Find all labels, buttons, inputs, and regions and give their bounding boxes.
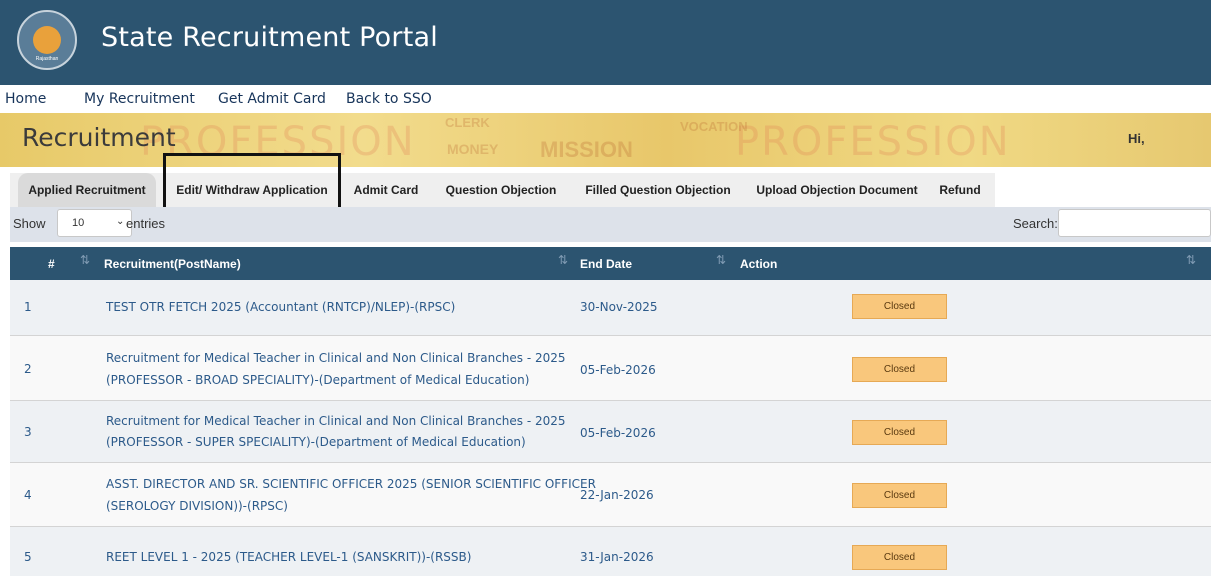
nav-home[interactable]: Home	[5, 91, 46, 107]
nav-get-admit-card[interactable]: Get Admit Card	[218, 91, 326, 107]
portal-header: Rajasthan State Recruitment Portal	[0, 0, 1211, 85]
closed-button[interactable]: Closed	[852, 294, 947, 319]
row-number: 3	[24, 425, 32, 439]
recruitment-name[interactable]: Recruitment for Medical Teacher in Clini…	[106, 348, 566, 369]
closed-button[interactable]: Closed	[852, 357, 947, 382]
sort-icon[interactable]: ⇅	[1186, 253, 1196, 267]
end-date: 05-Feb-2026	[580, 363, 656, 377]
banner-watermark: VOCATION	[680, 119, 748, 134]
search-label: Search:	[1013, 216, 1058, 231]
show-label: Show	[13, 216, 46, 231]
column-header-recruitment[interactable]: Recruitment(PostName)	[104, 257, 241, 271]
recruitment-name[interactable]: TEST OTR FETCH 2025 (Accountant (RNTCP)/…	[106, 297, 455, 318]
chevron-down-icon: ⌄	[116, 216, 125, 227]
recruitment-name-line2[interactable]: (PROFESSOR - BROAD SPECIALITY)-(Departme…	[106, 370, 529, 391]
banner-watermark: CLERK	[445, 115, 490, 130]
sort-icon[interactable]: ⇅	[80, 253, 90, 267]
page-title: Recruitment	[22, 123, 176, 152]
sort-icon[interactable]: ⇅	[558, 253, 568, 267]
end-date: 05-Feb-2026	[580, 426, 656, 440]
end-date: 22-Jan-2026	[580, 488, 654, 502]
sort-icon[interactable]: ⇅	[716, 253, 726, 267]
row-number: 5	[24, 550, 32, 564]
state-emblem-logo: Rajasthan	[17, 10, 77, 70]
column-header-number[interactable]: #	[48, 257, 55, 271]
nav-back-to-sso[interactable]: Back to SSO	[346, 91, 432, 107]
tab-filled-question-objection[interactable]: Filled Question Objection	[578, 173, 738, 207]
row-number: 2	[24, 362, 32, 376]
search-input[interactable]	[1058, 209, 1211, 237]
banner-watermark: MONEY	[447, 141, 499, 157]
logo-caption: Rajasthan	[35, 56, 59, 62]
top-nav: Home My Recruitment Get Admit Card Back …	[0, 85, 1211, 113]
tab-admit-card[interactable]: Admit Card	[346, 173, 426, 207]
recruitment-name[interactable]: Recruitment for Medical Teacher in Clini…	[106, 411, 566, 432]
recruitment-name-line2[interactable]: (SEROLOGY DIVISION))-(RPSC)	[106, 496, 288, 517]
banner-watermark: PROFESSION	[735, 119, 1011, 165]
banner-watermark: MISSION	[540, 137, 633, 162]
end-date: 30-Nov-2025	[580, 300, 658, 314]
tab-upload-objection-document[interactable]: Upload Objection Document	[748, 173, 926, 207]
end-date: 31-Jan-2026	[580, 550, 654, 564]
tab-refund[interactable]: Refund	[932, 173, 988, 207]
recruitment-name-line2[interactable]: (PROFESSOR - SUPER SPECIALITY)-(Departme…	[106, 432, 526, 453]
closed-button[interactable]: Closed	[852, 483, 947, 508]
tab-applied-recruitment[interactable]: Applied Recruitment	[18, 173, 156, 207]
row-number: 1	[24, 300, 32, 314]
recruitment-name[interactable]: ASST. DIRECTOR AND SR. SCIENTIFIC OFFICE…	[106, 474, 596, 495]
row-number: 4	[24, 488, 32, 502]
closed-button[interactable]: Closed	[852, 545, 947, 570]
column-header-action[interactable]: Action	[740, 257, 777, 271]
entries-label: entries	[126, 216, 166, 231]
map-icon	[33, 26, 61, 54]
portal-title: State Recruitment Portal	[101, 22, 438, 53]
tab-question-objection[interactable]: Question Objection	[438, 173, 564, 207]
column-header-end-date[interactable]: End Date	[580, 257, 632, 271]
nav-my-recruitment[interactable]: My Recruitment	[84, 91, 195, 107]
recruitment-name[interactable]: REET LEVEL 1 - 2025 (TEACHER LEVEL-1 (SA…	[106, 547, 471, 568]
user-greeting: Hi,	[1128, 131, 1145, 146]
closed-button[interactable]: Closed	[852, 420, 947, 445]
